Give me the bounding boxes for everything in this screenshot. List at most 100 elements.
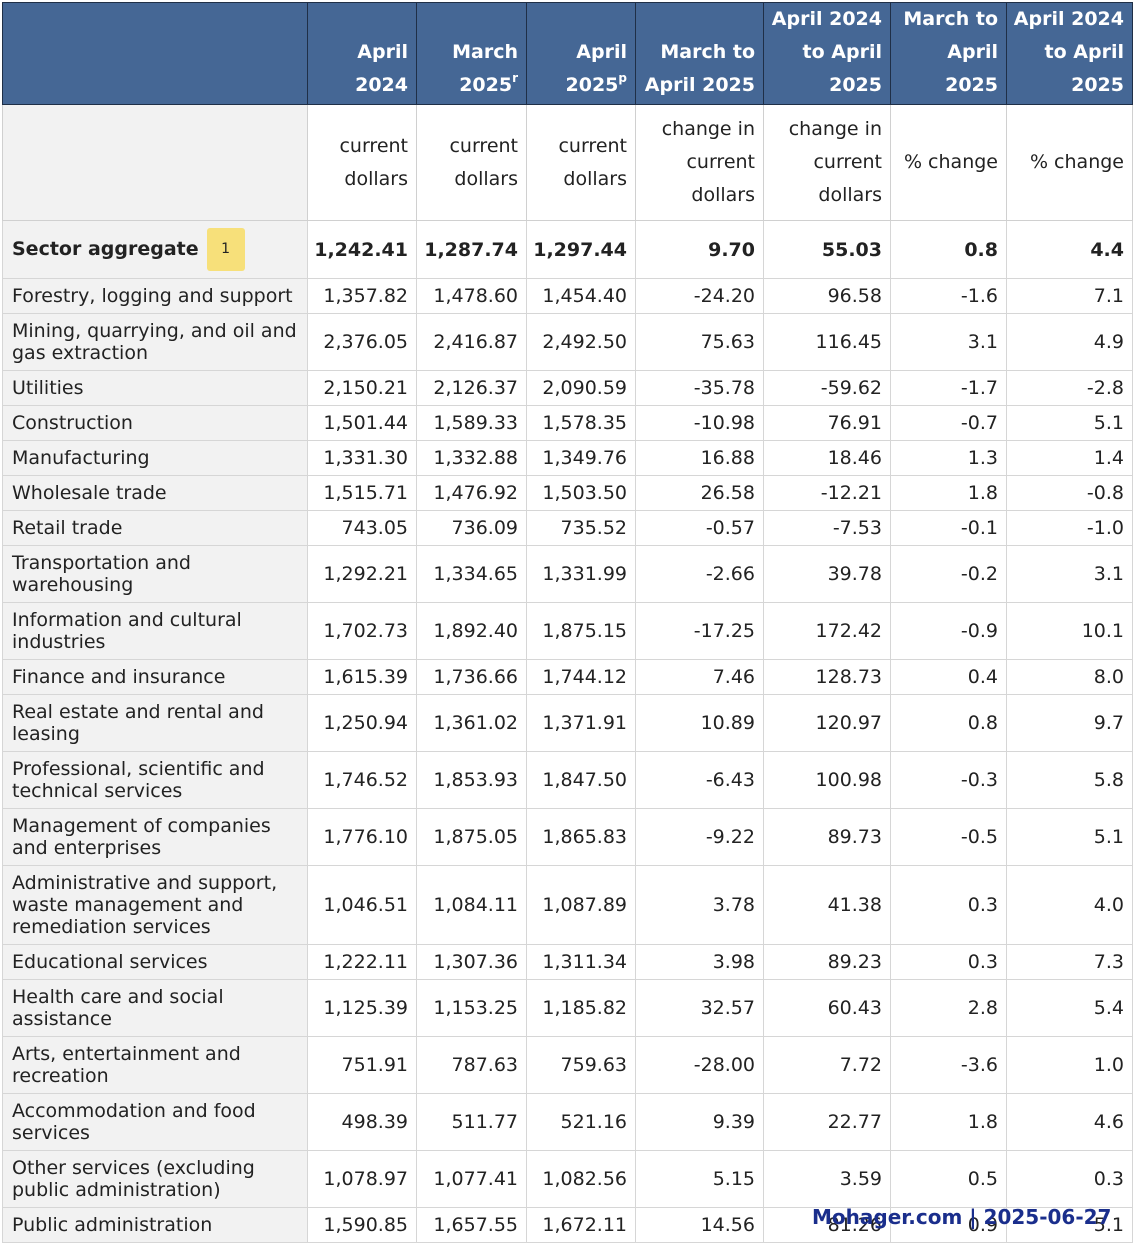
units-row: current dollars current dollars current … xyxy=(2,104,1133,221)
cell-value: 1,311.34 xyxy=(526,944,636,980)
cell-value: -10.98 xyxy=(635,405,764,441)
unit-label: current dollars xyxy=(416,104,527,221)
cell-value: 8.0 xyxy=(1006,659,1133,695)
cell-value: -59.62 xyxy=(763,370,891,406)
cell-value: 18.46 xyxy=(763,440,891,476)
cell-value: 0.8 xyxy=(890,220,1007,279)
units-stub xyxy=(2,104,308,221)
cell-value: 55.03 xyxy=(763,220,891,279)
cell-value: 5.4 xyxy=(1006,979,1133,1037)
cell-value: 736.09 xyxy=(416,510,527,546)
cell-value: 0.5 xyxy=(890,1150,1007,1208)
cell-value: 1,454.40 xyxy=(526,278,636,314)
row-label: Construction xyxy=(2,405,308,441)
cell-value: 498.39 xyxy=(307,1093,417,1151)
cell-value: 26.58 xyxy=(635,475,764,511)
cell-value: 2,090.59 xyxy=(526,370,636,406)
cell-value: 4.0 xyxy=(1006,865,1133,945)
column-header-stub xyxy=(2,2,308,105)
cell-value: 1,297.44 xyxy=(526,220,636,279)
row-label: Information and cultural industries xyxy=(2,602,308,660)
cell-value: 1,078.97 xyxy=(307,1150,417,1208)
cell-value: 89.23 xyxy=(763,944,891,980)
cell-value: 787.63 xyxy=(416,1036,527,1094)
cell-value: 3.1 xyxy=(1006,545,1133,603)
cell-value: 4.9 xyxy=(1006,313,1133,371)
cell-value: 1,087.89 xyxy=(526,865,636,945)
cell-value: 1,287.74 xyxy=(416,220,527,279)
cell-value: 3.59 xyxy=(763,1150,891,1208)
cell-value: 1,746.52 xyxy=(307,751,417,809)
cell-value: 60.43 xyxy=(763,979,891,1037)
cell-value: 1.4 xyxy=(1006,440,1133,476)
cell-value: 128.73 xyxy=(763,659,891,695)
cell-value: 1,578.35 xyxy=(526,405,636,441)
cell-value: 1.0 xyxy=(1006,1036,1133,1094)
watermark: Mohager.com | 2025-06-27 xyxy=(812,1205,1112,1229)
cell-value: 2,126.37 xyxy=(416,370,527,406)
cell-value: 1,744.12 xyxy=(526,659,636,695)
cell-value: 1,242.41 xyxy=(307,220,417,279)
cell-value: 1,892.40 xyxy=(416,602,527,660)
cell-value: 2,376.05 xyxy=(307,313,417,371)
row-label: Real estate and rental and leasing xyxy=(2,694,308,752)
cell-value: 1,361.02 xyxy=(416,694,527,752)
cell-value: 0.3 xyxy=(890,944,1007,980)
table-row: Professional, scientific and technical s… xyxy=(2,751,1133,809)
row-label: Finance and insurance xyxy=(2,659,308,695)
cell-value: 100.98 xyxy=(763,751,891,809)
cell-value: 1,357.82 xyxy=(307,278,417,314)
cell-value: 1,672.11 xyxy=(526,1207,636,1243)
cell-value: -2.66 xyxy=(635,545,764,603)
row-label: Retail trade xyxy=(2,510,308,546)
cell-value: 1,478.60 xyxy=(416,278,527,314)
cell-value: -35.78 xyxy=(635,370,764,406)
cell-value: 0.3 xyxy=(890,865,1007,945)
cell-value: 1,865.83 xyxy=(526,808,636,866)
row-label: Other services (excluding public adminis… xyxy=(2,1150,308,1208)
unit-label: change in current dollars xyxy=(635,104,764,221)
cell-value: 1,615.39 xyxy=(307,659,417,695)
table-row: Administrative and support, waste manage… xyxy=(2,865,1133,945)
cell-value: 735.52 xyxy=(526,510,636,546)
column-header-monthly-change: March to April 2025 xyxy=(635,2,764,105)
cell-value: 1,292.21 xyxy=(307,545,417,603)
row-label: Management of companies and enterprises xyxy=(2,808,308,866)
cell-value: 1,847.50 xyxy=(526,751,636,809)
cell-value: 1,657.55 xyxy=(416,1207,527,1243)
cell-value: -0.1 xyxy=(890,510,1007,546)
cell-value: 1,332.88 xyxy=(416,440,527,476)
cell-value: 172.42 xyxy=(763,602,891,660)
cell-value: 16.88 xyxy=(635,440,764,476)
cell-value: -0.9 xyxy=(890,602,1007,660)
cell-value: 1,331.30 xyxy=(307,440,417,476)
unit-label: % change xyxy=(1006,104,1133,221)
row-label: Accommodation and food services xyxy=(2,1093,308,1151)
cell-value: 1,702.73 xyxy=(307,602,417,660)
cell-value: -0.2 xyxy=(890,545,1007,603)
row-label: Professional, scientific and technical s… xyxy=(2,751,308,809)
table-row: Wholesale trade 1,515.71 1,476.92 1,503.50 2… xyxy=(2,475,1133,511)
row-label: Forestry, logging and support xyxy=(2,278,308,314)
cell-value: 521.16 xyxy=(526,1093,636,1151)
cell-value: 9.7 xyxy=(1006,694,1133,752)
row-label: Transportation and warehousing xyxy=(2,545,308,603)
cell-value: 1.8 xyxy=(890,475,1007,511)
table-row: Construction 1,501.44 1,589.33 1,578.35 -10.… xyxy=(2,405,1133,441)
cell-value: 1,349.76 xyxy=(526,440,636,476)
cell-value: 96.58 xyxy=(763,278,891,314)
table-row: Manufacturing 1,331.30 1,332.88 1,349.76 16.… xyxy=(2,440,1133,476)
cell-value: 1,736.66 xyxy=(416,659,527,695)
cell-value: 89.73 xyxy=(763,808,891,866)
preliminary-marker: p xyxy=(618,71,627,85)
cell-value: 1,501.44 xyxy=(307,405,417,441)
cell-value: 1,077.41 xyxy=(416,1150,527,1208)
column-header-monthly-pct: March to April 2025 xyxy=(890,2,1007,105)
cell-value: 2,492.50 xyxy=(526,313,636,371)
cell-value: 14.56 xyxy=(635,1207,764,1243)
cell-value: 9.70 xyxy=(635,220,764,279)
footnote-badge[interactable]: 1 xyxy=(206,228,245,271)
table-row: Finance and insurance 1,615.39 1,736.66 1,7… xyxy=(2,659,1133,695)
cell-value: 1,250.94 xyxy=(307,694,417,752)
table-row: Educational services 1,222.11 1,307.36 1,31… xyxy=(2,944,1133,980)
